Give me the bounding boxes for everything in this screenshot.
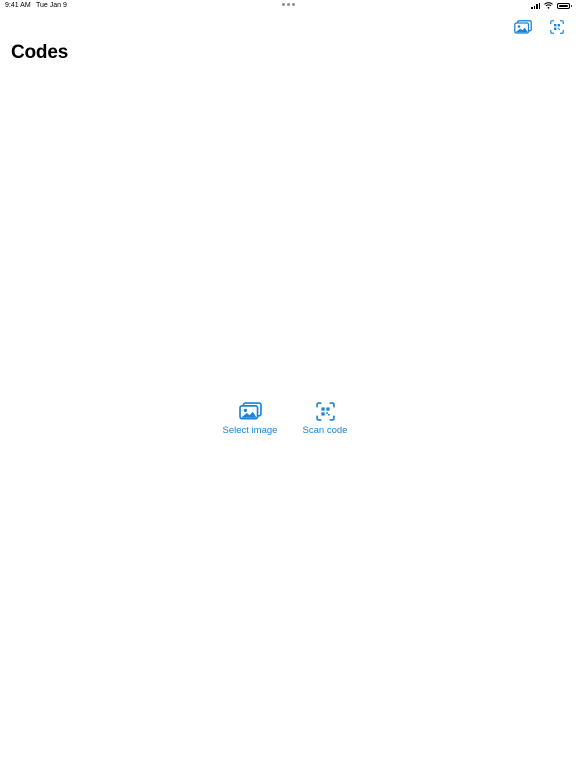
status-icons: [531, 2, 572, 9]
status-date: Tue Jan 9: [36, 2, 67, 9]
multitask-dot: [287, 3, 290, 6]
status-time: 9:41 AM: [5, 2, 31, 9]
select-image-icon-wrap: [238, 400, 262, 422]
select-image-button[interactable]: Select image: [219, 400, 281, 436]
photo-library-icon: [238, 402, 262, 420]
battery-icon: [557, 2, 572, 9]
wifi-icon: [544, 2, 553, 9]
scan-code-label: Scan code: [302, 425, 348, 436]
empty-state-actions: Select image Scan code: [0, 400, 576, 436]
select-image-nav-button[interactable]: [512, 16, 534, 38]
multitasking-handle[interactable]: [282, 3, 295, 6]
select-image-label: Select image: [222, 425, 278, 436]
scan-code-nav-button[interactable]: [546, 16, 568, 38]
page-title: Codes: [11, 42, 69, 63]
scan-code-button[interactable]: Scan code: [299, 400, 351, 436]
status-bar: 9:41 AM Tue Jan 9: [0, 0, 576, 12]
multitask-dot: [292, 3, 295, 6]
app-screen: 9:41 AM Tue Jan 9 Codes Select image Sca…: [0, 0, 576, 768]
photo-library-icon: [514, 20, 532, 34]
qr-scan-icon: [315, 401, 335, 421]
signal-icon: [531, 2, 540, 9]
scan-code-icon-wrap: [315, 400, 335, 422]
qr-scan-icon: [550, 20, 564, 34]
multitask-dot: [282, 3, 285, 6]
